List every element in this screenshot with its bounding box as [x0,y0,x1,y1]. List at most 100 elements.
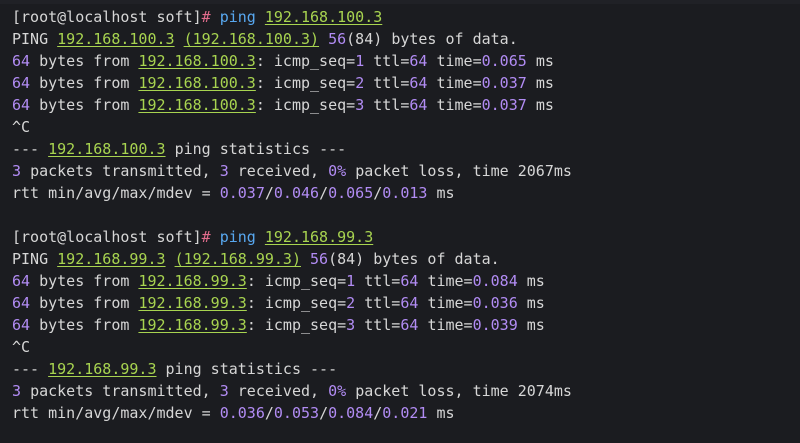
reply-time: 0.036 [472,294,518,312]
prompt-line: [root@localhost soft]# ping 192.168.100.… [12,6,792,28]
stats-title-line: --- 192.168.100.3 ping statistics --- [12,138,792,160]
rtt-line: rtt min/avg/max/mdev = 0.037/0.046/0.065… [12,184,455,202]
reply-bytes: 64 [12,96,31,114]
reply-time: 0.037 [481,96,527,114]
reply-from: bytes from [39,272,130,290]
ping-header-line: PING 192.168.100.3 (192.168.100.3) 56(84… [12,28,792,50]
reply-bytes: 64 [12,316,31,334]
reply-time-label: time= [427,272,473,290]
reply-time: 0.065 [481,52,527,70]
ping-header-ip: 192.168.99.3 [57,250,166,268]
rtt-min: 0.037 [219,184,265,202]
reply-ttl: 64 [400,316,419,334]
reply-bytes: 64 [12,272,31,290]
stats-received-label: received, [237,382,320,400]
reply-line: 64 bytes from 192.168.99.3: icmp_seq=2 t… [12,294,545,312]
stats-label: ping statistics [165,360,301,378]
reply-ip: 192.168.99.3 [138,272,247,290]
terminal-output[interactable]: [root@localhost soft]# ping 192.168.100.… [12,6,792,424]
reply-seq: 2 [355,74,365,92]
command-target-ip: 192.168.100.3 [264,8,383,26]
prompt-hash: # [201,8,211,26]
reply-line: 64 bytes from 192.168.99.3: icmp_seq=3 t… [12,316,545,334]
ping-header-prefix: PING [12,30,49,48]
rtt-line: rtt min/avg/max/mdev = 0.036/0.053/0.084… [12,404,455,422]
reply-ip: 192.168.99.3 [138,294,247,312]
reply-ttl: 64 [409,52,428,70]
reply-ttl: 64 [400,294,419,312]
ping-header-suffix: bytes of data. [373,250,500,268]
reply-seq: 3 [346,316,356,334]
stats-transmitted-label: packets transmitted, [30,382,211,400]
reply-unit: ms [535,74,554,92]
ping-header-ip: 192.168.100.3 [57,30,175,48]
reply-seq-label: icmp_seq= [273,74,356,92]
interrupt-line: ^C [12,336,792,358]
stats-time: 2074ms [517,382,572,400]
reply-from: bytes from [39,316,130,334]
reply-from: bytes from [39,294,130,312]
reply-time-label: time= [427,294,473,312]
stats-transmitted: 3 [12,162,22,180]
reply-seq-label: icmp_seq= [264,294,347,312]
rtt-mdev: 0.021 [382,404,428,422]
reply-time-label: time= [436,74,482,92]
ping-header-size-full: (84) [346,30,383,48]
rtt-avg: 0.046 [273,184,320,202]
reply-seq: 1 [355,52,365,70]
rtt-unit: ms [436,404,455,422]
stats-ip: 192.168.99.3 [48,360,157,378]
interrupt: ^C [12,338,31,356]
stats-loss-label: packet loss, time [355,162,509,180]
reply-bytes: 64 [12,74,31,92]
stats-received: 3 [219,382,229,400]
reply-seq: 3 [355,96,365,114]
reply-ttl: 64 [400,272,419,290]
terminal-window[interactable]: [root@localhost soft]# ping 192.168.100.… [0,0,800,443]
reply-from: bytes from [39,96,130,114]
reply-unit: ms [526,316,545,334]
stats-loss: 0% [328,162,347,180]
stats-summary-line: 3 packets transmitted, 3 received, 0% pa… [12,160,792,182]
rtt-label: rtt min/avg/max/mdev = [12,404,211,422]
stats-loss-label: packet loss, time [355,382,509,400]
reply-unit: ms [535,96,554,114]
interrupt: ^C [12,118,31,136]
stats-dashes-left: --- [12,140,40,158]
ping-header-prefix: PING [12,250,49,268]
stats-transmitted-label: packets transmitted, [30,162,211,180]
reply-unit: ms [526,272,545,290]
reply-ip: 192.168.100.3 [138,74,256,92]
reply-ttl-label: ttl= [364,316,401,334]
reply-ttl-label: ttl= [364,272,401,290]
rtt-max: 0.084 [328,404,374,422]
command-target-ip: 192.168.99.3 [264,228,374,246]
reply-time-label: time= [436,96,482,114]
stats-dashes-left: --- [12,360,40,378]
stats-received: 3 [219,162,229,180]
reply-ip: 192.168.100.3 [138,52,256,70]
reply-seq-label: icmp_seq= [273,52,356,70]
reply-from: bytes from [39,52,130,70]
reply-seq: 2 [346,294,356,312]
reply-seq-label: icmp_seq= [264,316,347,334]
reply-ttl: 64 [409,74,428,92]
command: ping [219,8,256,26]
ping-header-ip-paren: (192.168.100.3) [183,30,320,48]
reply-ttl-label: ttl= [373,74,410,92]
reply-line: 64 bytes from 192.168.100.3: icmp_seq=3 … [12,96,554,114]
reply-time: 0.039 [472,316,518,334]
reply-time: 0.037 [481,74,527,92]
rtt-min: 0.036 [219,404,265,422]
prompt-line: [root@localhost soft]# ping 192.168.99.3 [12,226,792,248]
reply-unit: ms [526,294,545,312]
rtt-avg: 0.053 [273,404,320,422]
ping-header-size: 56 [328,30,347,48]
stats-ip: 192.168.100.3 [48,140,166,158]
stats-title-line: --- 192.168.99.3 ping statistics --- [12,358,792,380]
reply-line: 64 bytes from 192.168.100.3: icmp_seq=1 … [12,52,554,70]
reply-from: bytes from [39,74,130,92]
stats-dashes-right: --- [319,140,347,158]
reply-seq: 1 [346,272,356,290]
reply-ip: 192.168.99.3 [138,316,247,334]
